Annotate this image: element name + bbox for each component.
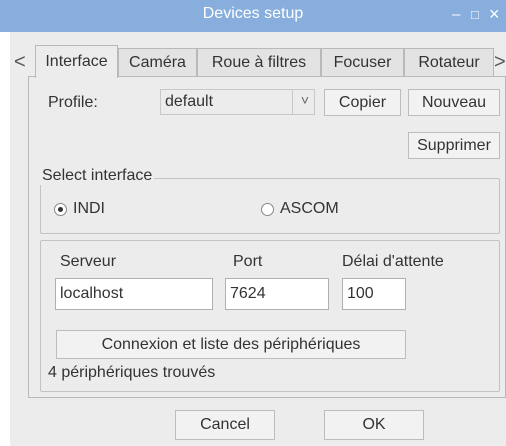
timeout-field[interactable] bbox=[342, 278, 406, 310]
devices-found-status: 4 périphériques trouvés bbox=[48, 364, 216, 381]
port-label: Port bbox=[233, 253, 263, 270]
close-icon[interactable]: × bbox=[489, 4, 500, 25]
copy-profile-button[interactable]: Copier bbox=[324, 89, 401, 116]
radio-indi-label[interactable]: INDI bbox=[73, 200, 105, 218]
tab-rotator[interactable]: Rotateur bbox=[404, 48, 494, 77]
chevron-down-icon[interactable]: ˅ bbox=[296, 92, 314, 108]
timeout-label: Délai d'attente bbox=[342, 253, 444, 270]
radio-ascom[interactable] bbox=[261, 203, 274, 216]
ok-button[interactable]: OK bbox=[324, 410, 424, 440]
profile-select-value: default bbox=[165, 93, 214, 110]
tab-focuser[interactable]: Focuser bbox=[321, 48, 404, 77]
radio-indi[interactable] bbox=[54, 203, 67, 216]
select-interface-title: Select interface bbox=[40, 167, 155, 185]
server-label: Serveur bbox=[60, 253, 117, 270]
port-field[interactable] bbox=[225, 278, 329, 310]
profile-label: Profile: bbox=[48, 94, 98, 111]
minimize-icon[interactable]: – bbox=[452, 6, 460, 23]
new-profile-button[interactable]: Nouveau bbox=[408, 89, 500, 116]
profile-select-divider bbox=[292, 90, 293, 114]
radio-ascom-label[interactable]: ASCOM bbox=[280, 200, 339, 218]
tab-scroll-right-icon[interactable]: > bbox=[494, 48, 506, 76]
connect-button[interactable]: Connexion et liste des périphériques bbox=[56, 330, 406, 359]
tab-interface[interactable]: Interface bbox=[35, 45, 118, 78]
maximize-icon[interactable]: □ bbox=[471, 7, 479, 22]
delete-profile-button[interactable]: Supprimer bbox=[408, 132, 500, 159]
window-title: Devices setup bbox=[202, 5, 304, 22]
tab-camera[interactable]: Caméra bbox=[118, 48, 197, 77]
tab-scroll-left-icon[interactable]: < bbox=[14, 48, 28, 76]
cancel-button[interactable]: Cancel bbox=[175, 410, 275, 440]
tab-filter-wheel[interactable]: Roue à filtres bbox=[197, 48, 321, 77]
server-field[interactable] bbox=[55, 278, 213, 310]
